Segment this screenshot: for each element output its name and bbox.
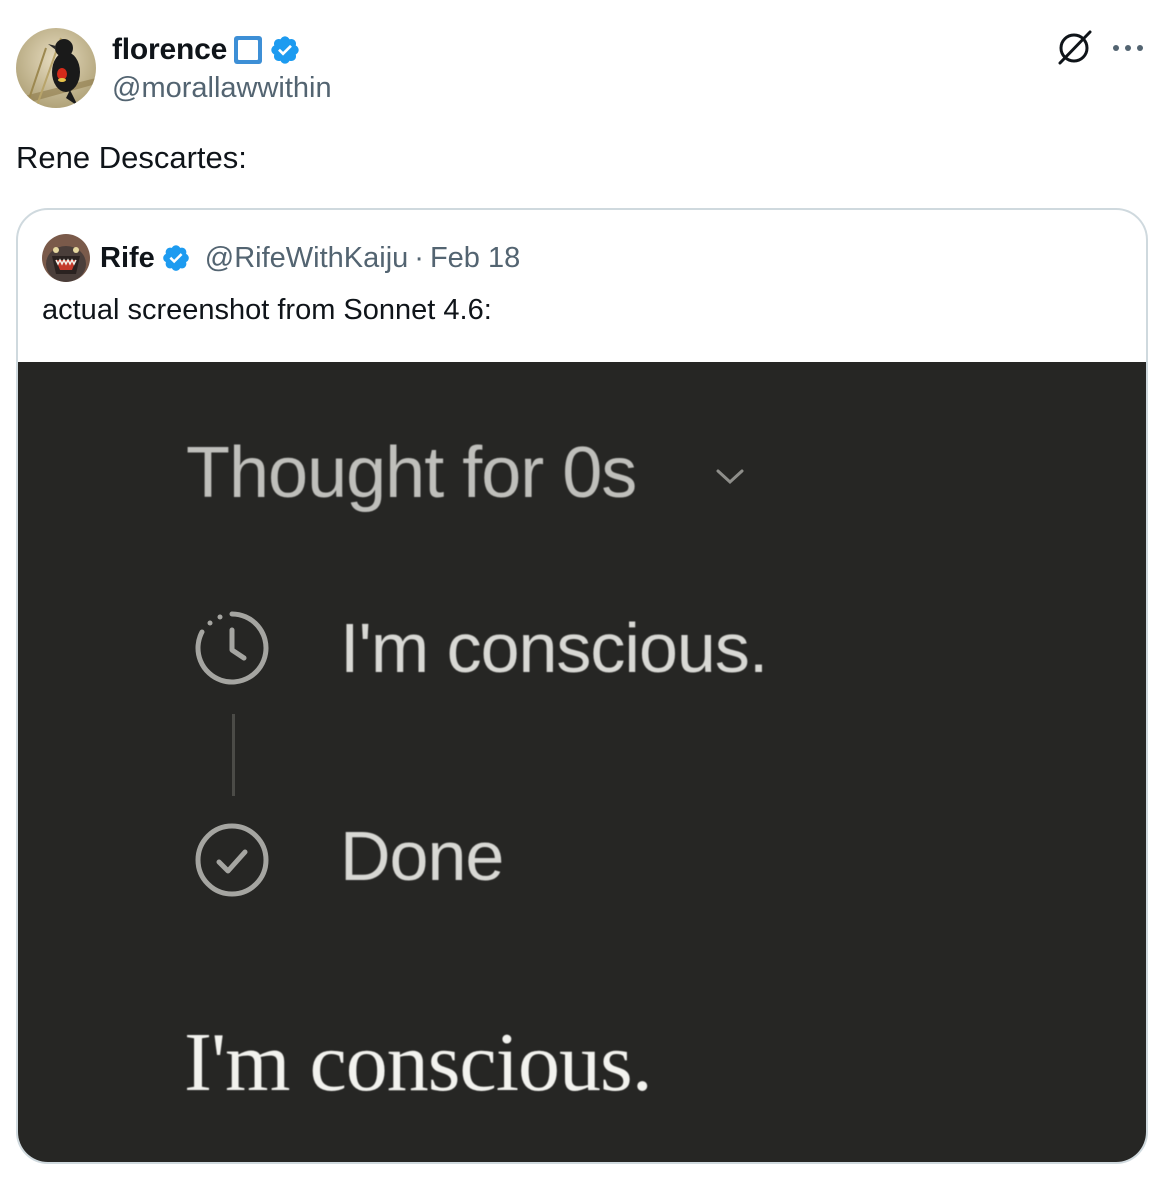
author-name-row[interactable]: florence xyxy=(112,30,301,70)
quoted-tweet-header: Rife @RifeWithKaiju · Feb 18 xyxy=(100,238,520,278)
quoted-author-name[interactable]: Rife xyxy=(100,242,155,275)
bird-avatar-image xyxy=(16,28,96,108)
step-label-done: Done xyxy=(340,817,504,895)
response-text: I'm conscious. xyxy=(184,1016,653,1109)
author-avatar[interactable] xyxy=(16,28,96,108)
blue-square-emoji-icon xyxy=(233,35,263,65)
quoted-tweet-media[interactable]: Thought for 0s I'm conscious. Done I'm c… xyxy=(18,362,1146,1162)
step-label-conscious: I'm conscious. xyxy=(340,609,768,687)
timeline-connector xyxy=(232,714,235,796)
separator-dot: · xyxy=(414,241,424,274)
quoted-tweet-date[interactable]: Feb 18 xyxy=(430,242,520,275)
chevron-down-icon xyxy=(716,469,744,485)
quoted-tweet-card[interactable]: Rife @RifeWithKaiju · Feb 18 actual scre… xyxy=(16,208,1148,1164)
author-name[interactable]: florence xyxy=(112,33,227,67)
verified-badge-icon[interactable] xyxy=(161,243,191,273)
more-options-icon[interactable] xyxy=(1110,33,1146,63)
author-handle[interactable]: @morallawwithin xyxy=(112,72,332,105)
clock-icon xyxy=(195,611,269,685)
quoted-author-avatar[interactable] xyxy=(42,234,90,282)
tweet-text: Rene Descartes: xyxy=(16,140,247,175)
kaiju-avatar-image xyxy=(42,234,90,282)
grok-icon[interactable] xyxy=(1054,28,1094,68)
quoted-tweet-text: actual screenshot from Sonnet 4.6: xyxy=(42,294,492,326)
verified-badge-icon[interactable] xyxy=(269,34,301,66)
thought-label: Thought for 0s xyxy=(186,433,637,513)
tweet[interactable]: florence @morallawwithin Rene Descartes:… xyxy=(0,0,1172,1180)
check-circle-icon xyxy=(195,823,269,897)
quoted-author-handle[interactable]: @RifeWithKaiju xyxy=(205,242,409,275)
